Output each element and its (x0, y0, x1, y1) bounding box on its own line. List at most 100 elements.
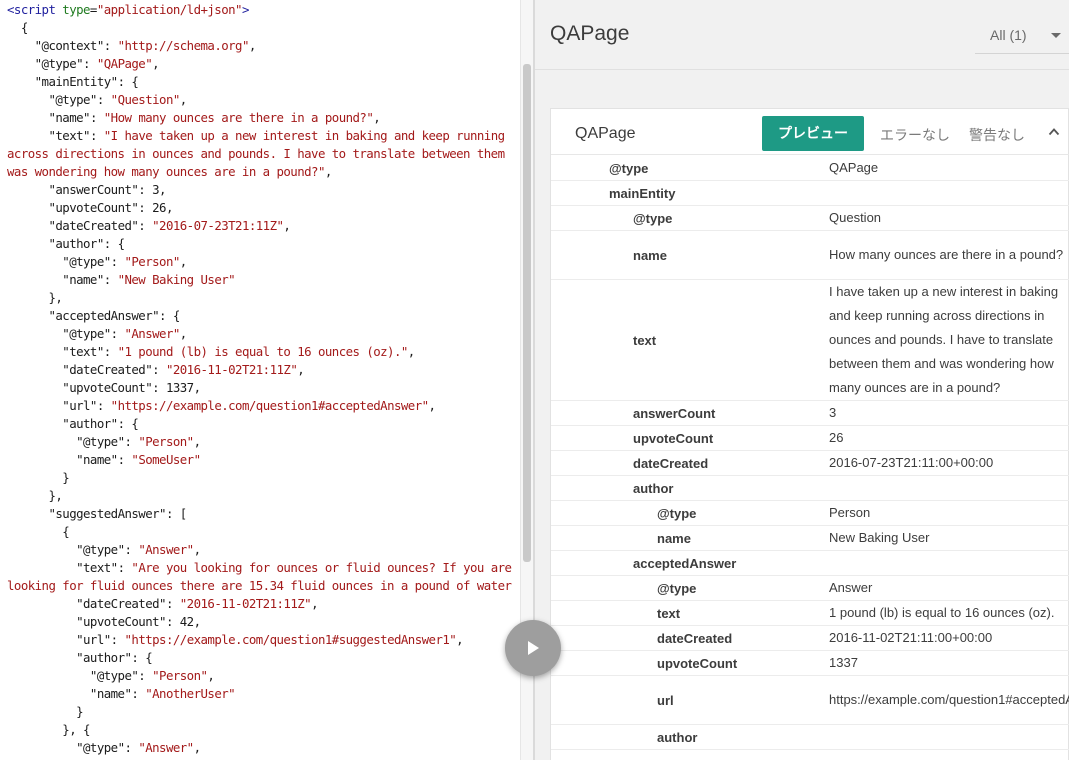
code-line[interactable]: "@type": "Answer", (7, 739, 512, 757)
property-key: dateCreated (633, 455, 709, 471)
property-row: text 1 pound (lb) is equal to 16 ounces (… (551, 601, 1069, 626)
code-line[interactable]: }, (7, 289, 512, 307)
code-token: "url" (62, 398, 97, 413)
code-line[interactable]: "text": "Are you looking for ounces or f… (7, 559, 512, 577)
code-line[interactable]: "name": "How many ounces are there in a … (7, 109, 512, 127)
code-line[interactable]: "author": { (7, 415, 512, 433)
code-line[interactable]: "dateCreated": "2016-07-23T21:11Z", (7, 217, 512, 235)
code-token: : { (131, 650, 153, 665)
preview-button[interactable]: プレビュー (762, 116, 864, 151)
errors-status: エラーなし (880, 127, 950, 143)
code-line[interactable]: "text": "1 pound (lb) is equal to 16 oun… (7, 343, 512, 361)
code-token: : (124, 434, 139, 449)
code-token: across directions in ounces and pounds. … (7, 146, 512, 161)
code-token: }, { (7, 722, 90, 737)
code-line[interactable]: "acceptedAnswer": { (7, 307, 512, 325)
code-token: looking for fluid ounces there are 15.34… (7, 578, 512, 593)
code-line[interactable]: "author": { (7, 235, 512, 253)
code-line[interactable]: } (7, 703, 512, 721)
code-line[interactable]: across directions in ounces and pounds. … (7, 145, 512, 163)
code-line[interactable]: { (7, 523, 512, 541)
code-token: : (103, 38, 118, 53)
code-token: , (193, 380, 201, 395)
code-line[interactable]: "@type": "Person", (7, 253, 512, 271)
code-line[interactable]: "@type": "Answer", (7, 541, 512, 559)
code-line[interactable]: "@type": "Person", (7, 433, 512, 451)
property-value: Answer (829, 580, 873, 595)
code-line[interactable]: "name": "SomeUser" (7, 451, 512, 469)
chevron-up-icon[interactable] (1048, 126, 1060, 138)
code-token: : (83, 56, 97, 71)
code-line[interactable]: "@context": "http://schema.org", (7, 37, 512, 55)
code-token: : (152, 362, 166, 377)
property-row: upvoteCount 1337 (551, 651, 1069, 676)
property-key: mainEntity (609, 185, 676, 201)
filter-select[interactable]: All (1) (975, 16, 1069, 54)
code-token: "http://schema.org" (117, 38, 250, 53)
code-token: "author" (48, 236, 104, 251)
code-line[interactable]: "dateCreated": "2016-11-02T21:11Z", (7, 361, 512, 379)
code-line[interactable]: looking for fluid ounces there are 15.34… (7, 577, 512, 595)
code-line[interactable]: "upvoteCount": 42, (7, 613, 512, 631)
code-line[interactable]: <script type="application/ld+json"> (7, 1, 512, 19)
code-line[interactable]: "upvoteCount": 26, (7, 199, 512, 217)
code-line[interactable]: "name": "AnotherUser" (7, 685, 512, 703)
code-line[interactable]: "dateCreated": "2016-11-02T21:11Z", (7, 595, 512, 613)
code-line[interactable]: "url": "https://example.com/question1#su… (7, 631, 512, 649)
code-token: : { (103, 236, 125, 251)
code-token: "@type" (34, 56, 84, 71)
code-token: 42 (179, 614, 194, 629)
code-token: "@type" (62, 326, 111, 341)
code-token: : (165, 614, 180, 629)
code-token: : (138, 182, 153, 197)
code-token: "2016-07-23T21:11Z" (152, 218, 284, 233)
run-button[interactable] (505, 620, 561, 676)
property-row: @type Person (551, 501, 1069, 526)
result-card-title: QAPage (575, 125, 636, 142)
code-line[interactable]: "@type": "QAPage", (7, 55, 512, 73)
property-table: @type QAPage mainEntity @type Question name Ho… (551, 156, 1069, 750)
code-line[interactable]: "author": { (7, 649, 512, 667)
property-key: name (657, 530, 691, 546)
code-line[interactable]: }, { (7, 721, 512, 739)
code-token: "author" (62, 416, 118, 431)
editor-scrollbar-thumb[interactable] (523, 64, 531, 562)
code-line[interactable]: "@type": "Person", (7, 667, 512, 685)
code-line[interactable]: "@type": "Answer", (7, 325, 512, 343)
code-line[interactable]: "@type": "Question", (7, 91, 512, 109)
code-line[interactable]: "text": "I have taken up a new interest … (7, 127, 512, 145)
result-card-header[interactable]: QAPage プレビュー エラーなし 警告なし (551, 109, 1069, 155)
code-token: : (110, 254, 125, 269)
code-line[interactable]: "name": "New Baking User" (7, 271, 512, 289)
code-token: , (193, 740, 201, 755)
code-line[interactable]: was wondering how many ounces are in a p… (7, 163, 512, 181)
code-token: "Person" (124, 254, 180, 269)
code-line[interactable]: { (7, 19, 512, 37)
code-line[interactable]: "answerCount": 3, (7, 181, 512, 199)
code-token: : (165, 596, 180, 611)
property-row: dateCreated 2016-07-23T21:11:00+00:00 (551, 451, 1069, 476)
code-line[interactable]: "upvoteCount": 1337, (7, 379, 512, 397)
code-token: "@context" (34, 38, 105, 53)
code-token: "2016-11-02T21:11Z" (179, 596, 312, 611)
code-token: "dateCreated" (76, 596, 166, 611)
code-editor[interactable]: <script type="application/ld+json"> { "@… (0, 0, 533, 760)
property-row: acceptedAnswer (551, 551, 1069, 576)
code-area[interactable]: <script type="application/ld+json"> { "@… (7, 1, 512, 757)
property-value: QAPage (829, 160, 879, 175)
code-line[interactable]: }, (7, 487, 512, 505)
property-row: upvoteCount 26 (551, 426, 1069, 451)
code-line[interactable]: "url": "https://example.com/question1#ac… (7, 397, 512, 415)
code-token: "QAPage" (96, 56, 153, 71)
code-line[interactable]: "mainEntity": { (7, 73, 512, 91)
code-token: "upvoteCount" (62, 380, 153, 395)
code-line[interactable]: } (7, 469, 512, 487)
code-line[interactable]: "suggestedAnswer": [ (7, 505, 512, 523)
